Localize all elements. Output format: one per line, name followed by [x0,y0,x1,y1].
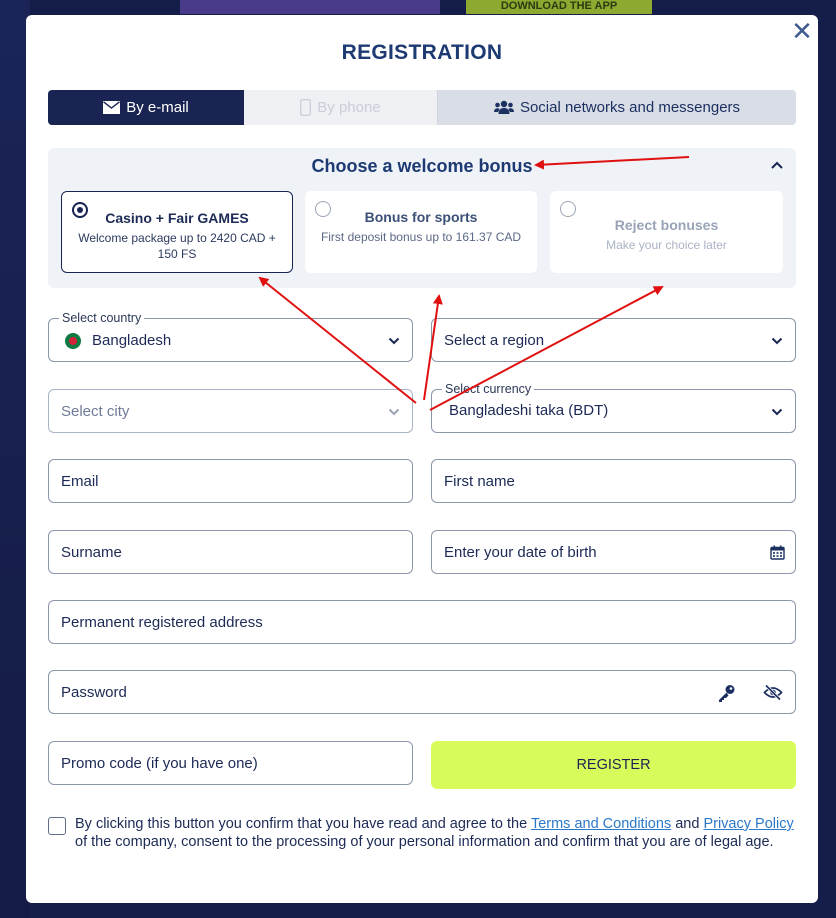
bangladesh-flag-icon [65,333,81,349]
key-icon[interactable] [717,683,737,703]
email-placeholder: Email [61,473,99,490]
bonus-title: Choose a welcome bonus [311,156,533,176]
first-name-placeholder: First name [444,473,515,490]
bonus-option-title: Reject bonuses [614,217,719,233]
bonus-option-sports[interactable]: Bonus for sports First deposit bonus up … [305,191,537,273]
close-icon[interactable]: ✕ [790,18,814,44]
users-icon [493,100,514,114]
address-field[interactable]: Permanent registered address [48,600,796,644]
welcome-bonus-panel: Choose a welcome bonus Casino + Fair GAM… [48,148,796,288]
privacy-link[interactable]: Privacy Policy [703,816,793,832]
agreement-text-before: By clicking this button you confirm that… [75,816,531,832]
chevron-down-icon [771,337,783,345]
bonus-option-title: Casino + Fair GAMES [105,210,249,226]
terms-link[interactable]: Terms and Conditions [531,816,671,832]
agreement-text-after: of the company, consent to the processin… [75,833,774,850]
country-value: Bangladesh [92,332,172,349]
birth-date-field[interactable]: Enter your date of birth [431,530,796,574]
background-banner [180,0,440,14]
address-placeholder: Permanent registered address [61,614,263,631]
password-field[interactable]: Password [48,670,796,714]
registration-tabs: By e-mail By phone Social networks and m… [48,90,796,125]
radio-button[interactable] [72,202,88,218]
password-placeholder: Password [61,684,127,701]
chevron-down-icon [388,337,400,345]
bonus-option-title: Bonus for sports [364,209,478,225]
currency-select[interactable]: Select currency Bangladeshi taka (BDT) [431,382,796,433]
chevron-down-icon [388,408,400,416]
bonus-option-desc: First deposit bonus up to 161.37 CAD [320,230,522,244]
tab-social[interactable]: Social networks and messengers [437,90,796,125]
agreement: By clicking this button you confirm that… [48,816,800,851]
first-name-field[interactable]: First name [431,459,796,503]
chevron-down-icon [771,408,783,416]
envelope-icon [103,101,121,114]
currency-label: Select currency [442,382,535,396]
surname-field[interactable]: Surname [48,530,413,574]
radio-button[interactable] [560,201,576,217]
register-button[interactable]: REGISTER [431,741,796,789]
radio-button[interactable] [315,201,331,217]
birth-date-placeholder: Enter your date of birth [444,544,597,561]
tab-phone-label: By phone [317,99,381,116]
country-label: Select country [59,311,145,325]
tab-social-label: Social networks and messengers [519,99,741,116]
agreement-text: By clicking this button you confirm that… [75,816,800,851]
city-placeholder: Select city [61,403,130,420]
currency-value: Bangladeshi taka (BDT) [449,402,609,419]
bonus-option-casino[interactable]: Casino + Fair GAMES Welcome package up t… [61,191,293,273]
region-select[interactable]: Select a region [431,318,796,362]
tab-email[interactable]: By e-mail [48,90,244,125]
country-select[interactable]: Select country Bangladesh [48,311,413,362]
tab-email-label: By e-mail [126,99,189,116]
promo-placeholder: Promo code (if you have one) [61,755,258,772]
download-app-button[interactable]: DOWNLOAD THE APP [466,0,652,14]
email-field[interactable]: Email [48,459,413,503]
city-select[interactable]: Select city [48,389,413,433]
promo-code-field[interactable]: Promo code (if you have one) [48,741,413,785]
modal-title: REGISTRATION [341,41,503,64]
region-placeholder: Select a region [444,332,545,349]
agreement-text-and: and [671,816,704,832]
surname-placeholder: Surname [61,544,122,561]
agreement-checkbox[interactable] [48,817,66,835]
bonus-option-desc: Welcome package up to 2420 CAD + 150 FS [78,231,276,261]
tab-phone[interactable]: By phone [244,90,437,125]
bonus-option-reject[interactable]: Reject bonuses Make your choice later [550,191,783,273]
registration-modal: ✕ REGISTRATION By e-mail By phone Social… [26,15,818,903]
calendar-icon[interactable] [770,545,785,560]
phone-icon [300,99,312,116]
chevron-up-icon[interactable] [770,158,784,172]
bonus-option-desc: Make your choice later [606,238,727,252]
eye-slash-icon[interactable] [763,684,783,701]
